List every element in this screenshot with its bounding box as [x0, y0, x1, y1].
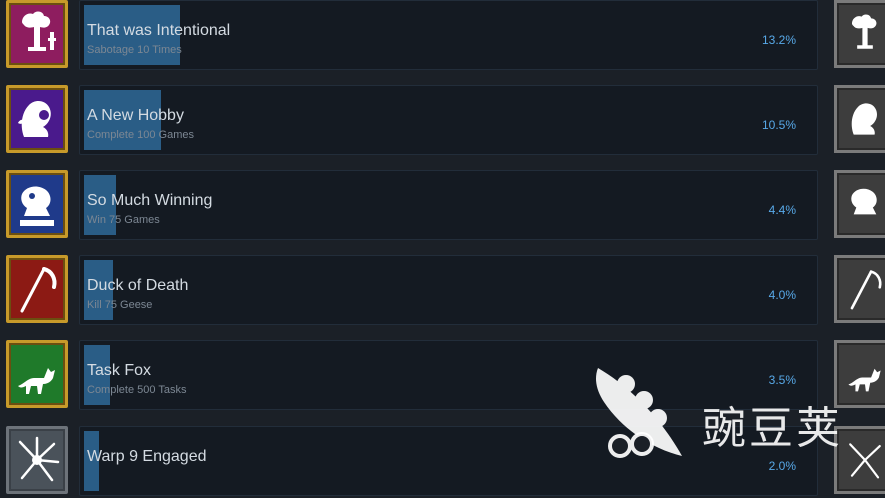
duck-head-icon: [6, 85, 68, 153]
achievement-description: Sabotage 10 Times: [87, 44, 182, 56]
achievement-description: Complete 100 Games: [87, 129, 194, 141]
achievement-name: That was Intentional: [87, 22, 231, 39]
locked-fox-icon: [834, 340, 885, 408]
unlock-percentage: 13.2%: [761, 33, 796, 47]
achievement-card: Warp 9 Engaged 2.0%: [79, 426, 818, 496]
unlock-percentage: 4.4%: [768, 203, 796, 217]
achievement-name: Duck of Death: [87, 277, 189, 294]
achievement-name: A New Hobby: [87, 107, 184, 124]
achievement-row[interactable]: A New Hobby Complete 100 Games 10.5%: [0, 85, 885, 157]
locked-duck-head-icon: [834, 85, 885, 153]
scythe-icon: [6, 255, 68, 323]
achievement-name: Warp 9 Engaged: [87, 448, 207, 465]
fox-icon: [6, 340, 68, 408]
achievement-row[interactable]: Task Fox Complete 500 Tasks 3.5%: [0, 340, 885, 412]
achievement-description: Kill 75 Geese: [87, 299, 153, 311]
achievement-card: That was Intentional Sabotage 10 Times 1…: [79, 0, 818, 70]
warp-burst-icon: [6, 426, 68, 494]
achievement-row[interactable]: Duck of Death Kill 75 Geese 4.0%: [0, 255, 885, 327]
bomb-icon: [6, 0, 68, 68]
achievement-card: Task Fox Complete 500 Tasks 3.5%: [79, 340, 818, 410]
locked-duck-trophy-icon: [834, 170, 885, 238]
achievement-description: Complete 500 Tasks: [87, 384, 187, 396]
locked-warp-burst-icon: [834, 426, 885, 494]
locked-scythe-icon: [834, 255, 885, 323]
achievement-card: A New Hobby Complete 100 Games 10.5%: [79, 85, 818, 155]
unlock-percentage: 2.0%: [768, 459, 796, 473]
achievement-row[interactable]: So Much Winning Win 75 Games 4.4%: [0, 170, 885, 242]
achievement-name: Task Fox: [87, 362, 152, 379]
achievement-card: So Much Winning Win 75 Games 4.4%: [79, 170, 818, 240]
achievement-description: Win 75 Games: [87, 214, 160, 226]
unlock-percentage: 4.0%: [768, 288, 796, 302]
unlock-percentage: 3.5%: [768, 373, 796, 387]
achievement-row[interactable]: Warp 9 Engaged 2.0%: [0, 426, 885, 498]
achievement-card: Duck of Death Kill 75 Geese 4.0%: [79, 255, 818, 325]
locked-bomb-icon: [834, 0, 885, 68]
achievement-name: So Much Winning: [87, 192, 213, 209]
achievement-row[interactable]: That was Intentional Sabotage 10 Times 1…: [0, 0, 885, 72]
duck-trophy-icon: [6, 170, 68, 238]
unlock-percentage: 10.5%: [761, 118, 796, 132]
